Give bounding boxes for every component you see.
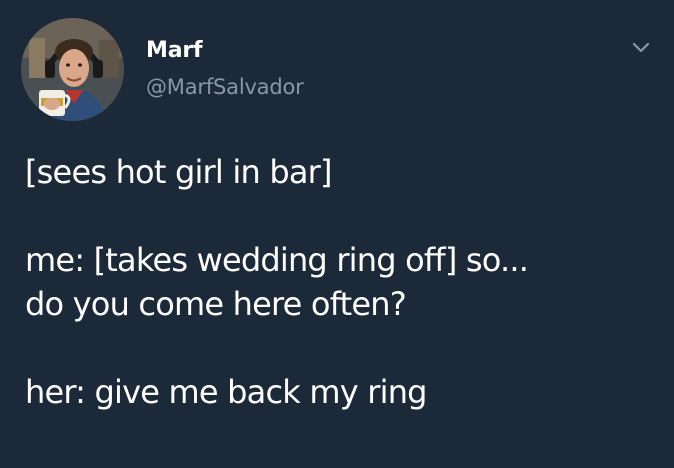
avatar-image xyxy=(21,18,124,121)
tweet-line-break xyxy=(25,326,665,370)
author-handle[interactable]: @MarfSalvador xyxy=(146,75,304,99)
tweet-line: [sees hot girl in bar] xyxy=(25,153,332,191)
avatar[interactable] xyxy=(21,18,124,121)
tweet-card: Marf @MarfSalvador [sees hot girl in bar… xyxy=(0,0,674,468)
tweet-line: do you come here often? xyxy=(25,285,407,323)
tweet-text: [sees hot girl in bar] me: [takes weddin… xyxy=(25,150,665,414)
author-display-name[interactable]: Marf xyxy=(146,38,304,64)
chevron-down-icon[interactable] xyxy=(630,36,652,58)
tweet-line: me: [takes wedding ring off] so... xyxy=(25,241,529,279)
tweet-line-break xyxy=(25,194,665,238)
tweet-line: her: give me back my ring xyxy=(25,373,428,411)
tweet-author[interactable]: Marf @MarfSalvador xyxy=(146,38,304,99)
